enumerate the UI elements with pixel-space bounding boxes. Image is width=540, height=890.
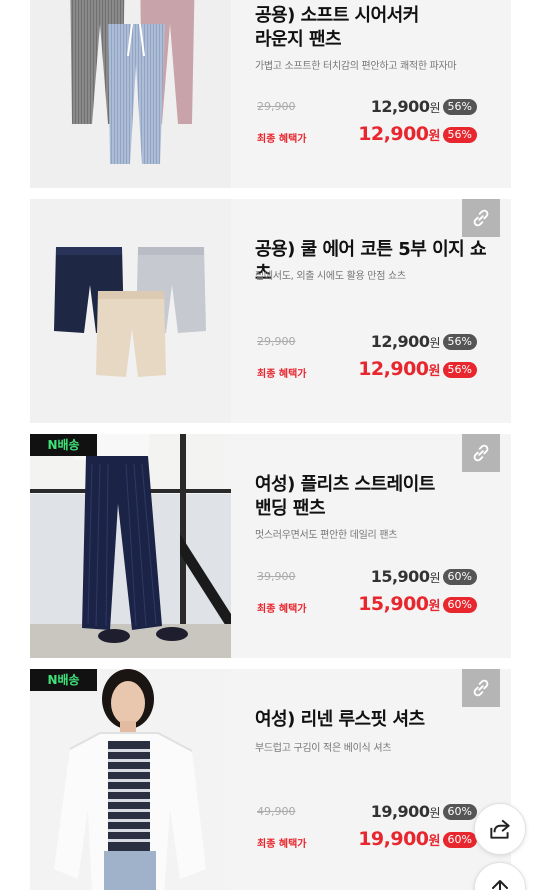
final-price-row: 최종 혜택가 19,900원 60% — [255, 828, 497, 852]
n-delivery-badge: N배송 — [30, 434, 97, 456]
product-info: 여성) 리넨 루스핏 셔츠 부드럽고 구김이 적은 베이식 셔츠 49,900 … — [255, 669, 497, 890]
final-discount-badge: 56% — [442, 362, 477, 378]
product-card[interactable]: 공용) 쿨 에어 코튼 5부 이지 쇼츠 집에서도, 외출 시에도 활용 만점 … — [30, 199, 511, 423]
discount-badge: 56% — [442, 334, 477, 350]
arrow-up-icon — [492, 880, 508, 890]
final-discount-badge: 60% — [442, 832, 477, 848]
product-photo-linen-shirt — [30, 669, 231, 890]
product-info: 여성) 플리츠 스트레이트 밴딩 팬츠 멋스러우면서도 편안한 데일리 팬츠 3… — [255, 434, 497, 658]
product-description: 부드럽고 구김이 적은 베이식 셔츠 — [255, 743, 392, 754]
final-price: 12,900원 — [358, 358, 440, 380]
final-benefit-label: 최종 혜택가 — [257, 839, 307, 850]
original-price: 39,900 — [257, 570, 296, 583]
product-image[interactable] — [30, 199, 231, 423]
original-price: 49,900 — [257, 805, 296, 818]
share-icon — [490, 819, 510, 839]
final-benefit-label: 최종 혜택가 — [257, 604, 307, 615]
product-image[interactable] — [30, 434, 231, 658]
discount-badge: 56% — [442, 99, 477, 115]
final-price-row: 최종 혜택가 12,900원 56% — [255, 358, 497, 382]
product-title[interactable]: 여성) 플리츠 스트레이트 밴딩 팬츠 — [255, 473, 435, 521]
final-price: 19,900원 — [358, 828, 440, 850]
original-price: 29,900 — [257, 335, 296, 348]
final-price-row: 최종 혜택가 12,900원 56% — [255, 123, 497, 147]
product-info: 공용) 쿨 에어 코튼 5부 이지 쇼츠 집에서도, 외출 시에도 활용 만점 … — [255, 199, 497, 423]
product-card[interactable]: 공용) 소프트 시어서커 라운지 팬츠 가볍고 소프트한 터치감의 편안하고 쾌… — [30, 0, 511, 188]
share-button[interactable] — [474, 803, 526, 855]
product-photo-pleated-pants — [30, 434, 231, 658]
discount-badge: 60% — [442, 569, 477, 585]
sale-price: 12,900원 — [370, 97, 441, 116]
product-photo-pants — [30, 0, 231, 188]
product-card[interactable]: N배송 여성) 리넨 루스핏 셔츠 부드럽고 구김이 적은 베이식 셔츠 49,… — [30, 669, 511, 890]
product-description: 멋스러우면서도 편안한 데일리 팬츠 — [255, 530, 398, 541]
final-price-row: 최종 혜택가 15,900원 60% — [255, 593, 497, 617]
n-delivery-badge: N배송 — [30, 669, 97, 691]
price-row: 29,900 12,900원 56% — [255, 97, 497, 119]
price-row: 49,900 19,900원 60% — [255, 802, 497, 824]
final-price: 15,900원 — [358, 593, 440, 615]
product-info: 공용) 소프트 시어서커 라운지 팬츠 가볍고 소프트한 터치감의 편안하고 쾌… — [255, 0, 497, 188]
product-description: 집에서도, 외출 시에도 활용 만점 쇼츠 — [255, 271, 406, 282]
sale-price: 15,900원 — [370, 567, 441, 586]
price-row: 29,900 12,900원 56% — [255, 332, 497, 354]
sale-price: 19,900원 — [370, 802, 441, 821]
final-price: 12,900원 — [358, 123, 440, 145]
product-image[interactable] — [30, 669, 231, 890]
final-discount-badge: 56% — [442, 127, 477, 143]
product-description: 가볍고 소프트한 터치감의 편안하고 쾌적한 파자마 — [255, 61, 457, 72]
discount-badge: 60% — [442, 804, 477, 820]
product-photo-shorts — [30, 199, 231, 423]
price-row: 39,900 15,900원 60% — [255, 567, 497, 589]
product-title[interactable]: 공용) 소프트 시어서커 라운지 팬츠 — [255, 4, 419, 52]
original-price: 29,900 — [257, 100, 296, 113]
final-benefit-label: 최종 혜택가 — [257, 369, 307, 380]
final-discount-badge: 60% — [442, 597, 477, 613]
sale-price: 12,900원 — [370, 332, 441, 351]
final-benefit-label: 최종 혜택가 — [257, 134, 307, 145]
product-card[interactable]: N배송 여성) 플리츠 스트레이트 밴딩 팬츠 멋스러우면서도 편안한 데일리 … — [30, 434, 511, 658]
product-image[interactable] — [30, 0, 231, 188]
product-title[interactable]: 여성) 리넨 루스핏 셔츠 — [255, 708, 425, 732]
